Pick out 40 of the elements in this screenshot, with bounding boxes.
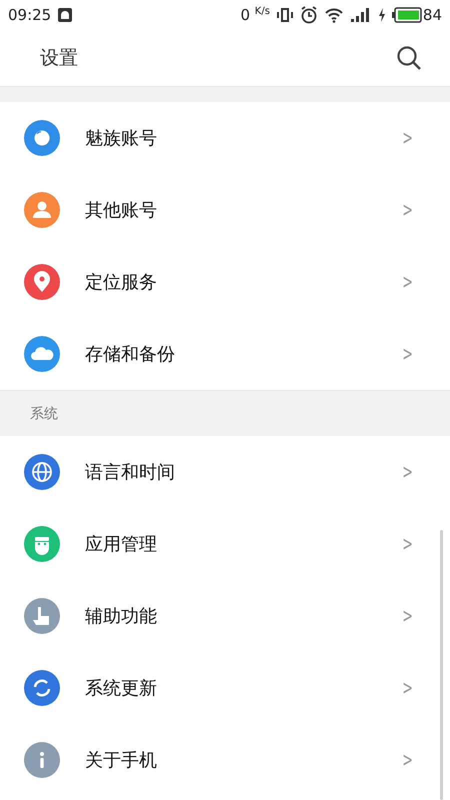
battery-icon xyxy=(392,7,422,23)
item-label: 魅族账号 xyxy=(85,127,158,150)
vibrate-icon xyxy=(276,7,294,23)
settings-item[interactable]: 魅族账号 > xyxy=(0,102,450,174)
item-label: 系统更新 xyxy=(85,677,158,700)
alarm-icon xyxy=(300,6,318,24)
chevron-icon: > xyxy=(402,676,412,700)
item-label: 辅助功能 xyxy=(85,605,158,628)
notification-icon xyxy=(57,7,74,23)
chevron-icon: > xyxy=(402,748,412,772)
chevron-icon: > xyxy=(402,604,412,628)
wifi-icon xyxy=(324,7,344,23)
settings-item[interactable]: 应用管理 > xyxy=(0,508,450,580)
item-label: 定位服务 xyxy=(85,271,158,294)
settings-item[interactable]: 存储和备份 > xyxy=(0,318,450,390)
signal-icon xyxy=(350,7,372,23)
chevron-icon: > xyxy=(402,198,412,222)
chevron-icon: > xyxy=(402,342,412,366)
item-label: 应用管理 xyxy=(85,533,158,556)
settings-item[interactable]: 定位服务 > xyxy=(0,246,450,318)
battery-level: 84 xyxy=(422,6,442,24)
network-speed: 0 $^{K/s}$ xyxy=(240,6,270,24)
chevron-icon: > xyxy=(402,270,412,294)
item-label: 其他账号 xyxy=(85,199,158,222)
settings-item[interactable]: 关于手机 > xyxy=(0,724,450,796)
item-label: 语言和时间 xyxy=(85,461,176,484)
section-header: 系统 xyxy=(30,404,58,422)
settings-item[interactable]: 语言和时间 > xyxy=(0,436,450,508)
chevron-icon: > xyxy=(402,460,412,484)
item-label: 存储和备份 xyxy=(85,343,176,366)
settings-item[interactable]: 辅助功能 > xyxy=(0,580,450,652)
clock-time: 09:25 xyxy=(8,6,52,24)
search-icon[interactable] xyxy=(396,45,422,71)
page-title: 设置 xyxy=(40,46,79,71)
settings-item[interactable]: 系统更新 > xyxy=(0,652,450,724)
item-label: 关于手机 xyxy=(85,749,158,772)
settings-item[interactable]: 其他账号 > xyxy=(0,174,450,246)
chevron-icon: > xyxy=(402,126,412,150)
charging-icon xyxy=(378,7,386,23)
chevron-icon: > xyxy=(402,532,412,556)
